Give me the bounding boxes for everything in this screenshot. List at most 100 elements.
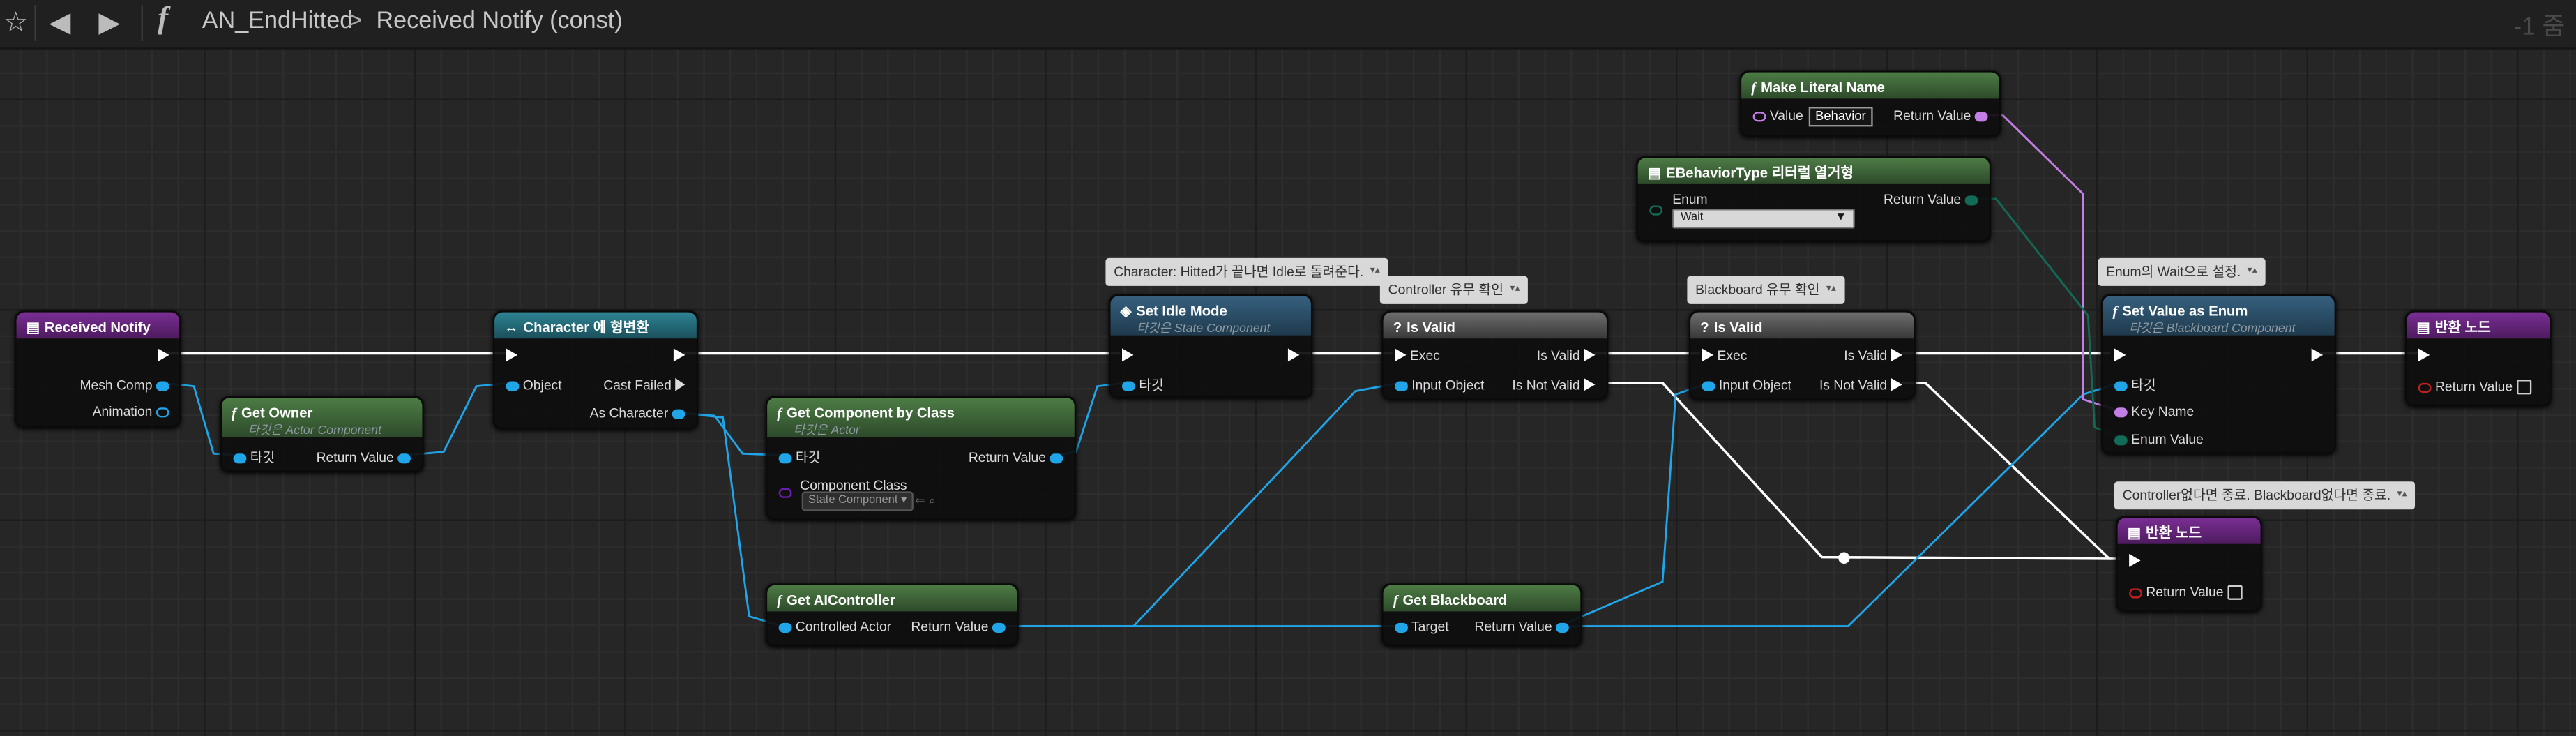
pin-value[interactable]: Value — [1752, 108, 1803, 125]
exec-output-pin[interactable] — [1287, 348, 1300, 365]
pin-is-not-valid[interactable]: Is Not Valid — [1819, 377, 1903, 395]
node-title: Is Valid — [1713, 319, 1763, 336]
node-title: Set Value as Enum — [2122, 302, 2248, 320]
pin-is-valid[interactable]: Is Valid — [1844, 348, 1903, 365]
node-title: Set Idle Mode — [1136, 302, 1227, 320]
node-header: ▤ Received Notify — [16, 312, 179, 339]
node-is-valid-controller[interactable]: ? Is Valid Exec Is Valid Input Object Is … — [1381, 310, 1609, 400]
node-title: Is Valid — [1407, 319, 1455, 336]
node-title: Get AIController — [787, 592, 895, 608]
chevron-down-icon: ▼ — [1835, 211, 1847, 224]
node-header: ◈ Set Idle Mode 타깃은 State Component — [1110, 296, 1311, 336]
exec-input-pin[interactable] — [2129, 553, 2141, 571]
pin-target[interactable]: 타깃 — [233, 450, 275, 467]
function-icon: f — [1393, 592, 1398, 608]
node-header: f Make Literal Name — [1741, 72, 2000, 99]
comment-toggle-icon[interactable]: ▾▴ — [1510, 285, 1520, 294]
pin-return-value[interactable]: Return Value — [317, 450, 411, 467]
pin-return-value[interactable]: Return Value — [1884, 193, 1978, 209]
node-is-valid-blackboard[interactable]: ? Is Valid Exec Is Valid Input Object Is … — [1688, 310, 1916, 400]
pin-component-class[interactable] — [778, 488, 792, 498]
pin-return-value[interactable]: Return Value — [969, 450, 1063, 467]
pin-exec[interactable]: Exec — [1395, 348, 1440, 365]
comment-toggle-icon[interactable]: ▾▴ — [1826, 285, 1836, 294]
blueprint-graph-canvas[interactable]: ☆ ◀ ▶ f AN_EndHitted > Received Notify (… — [0, 0, 2576, 736]
node-make-literal-name[interactable]: f Make Literal Name Value Behavior Return… — [1739, 70, 2001, 137]
pin-animation[interactable]: Animation — [93, 405, 169, 421]
pin-return-value[interactable]: Return Value — [911, 619, 1006, 636]
node-return-early[interactable]: ▤ 반환 노드 Return Value — [2116, 516, 2262, 612]
pin-return-value[interactable]: Return Value — [2418, 380, 2531, 396]
enum-dropdown[interactable]: Wait ▼ — [1672, 209, 1855, 229]
return-value-checkbox[interactable] — [2516, 380, 2531, 395]
node-title: Get Component by Class — [787, 404, 955, 421]
node-enum-literal[interactable]: ▤ EBehaviorType 리터럴 열거형 Enum Wait ▼ Return… — [1636, 156, 1992, 242]
name-value-input[interactable]: Behavior — [1808, 107, 1873, 127]
cast-icon: ↔ — [504, 319, 519, 336]
node-title: Get Blackboard — [1402, 592, 1508, 608]
node-subtitle: 타깃은 Actor — [793, 422, 860, 437]
pin-controlled-actor[interactable]: Controlled Actor — [778, 619, 891, 636]
reroute-knot[interactable] — [1838, 552, 1850, 564]
exec-input-pin[interactable] — [2114, 348, 2126, 365]
comment-text: Enum의 Wait으로 설정. — [2106, 264, 2241, 280]
pin-target[interactable]: 타깃 — [1122, 378, 1164, 395]
exec-output-pin[interactable] — [673, 348, 685, 365]
exec-output-pin[interactable] — [158, 348, 169, 365]
function-icon: f — [777, 592, 782, 608]
node-header: ? Is Valid — [1690, 312, 1914, 339]
pin-return-value[interactable]: Return Value — [1474, 619, 1569, 636]
pin-object[interactable]: Object — [506, 378, 562, 395]
pin-enum[interactable] — [1649, 205, 1663, 216]
node-cast-to-character[interactable]: ↔ Character 에 형변환 Object Cast Failed As C… — [492, 310, 699, 429]
pin-enum-value[interactable]: Enum Value — [2114, 433, 2204, 449]
node-received-notify[interactable]: ▤ Received Notify Mesh Comp Animation — [15, 310, 181, 428]
pin-input-object[interactable]: Input Object — [1702, 378, 1791, 395]
exec-input-pin[interactable] — [1122, 348, 1134, 365]
node-subtitle: 타깃은 Actor Component — [248, 422, 381, 437]
pin-cast-failed[interactable]: Cast Failed — [603, 377, 685, 395]
pin-exec[interactable]: Exec — [1702, 348, 1747, 365]
function-icon: f — [777, 404, 782, 421]
node-get-blackboard[interactable]: f Get Blackboard Target Return Value — [1381, 583, 1582, 646]
browse-class-icon[interactable]: ⇐ ⌕ — [915, 493, 936, 510]
return-value-checkbox[interactable] — [2227, 585, 2243, 600]
pin-target[interactable]: 타깃 — [778, 450, 820, 467]
comment-text: Blackboard 유무 확인 — [1695, 283, 1820, 298]
macro-question-icon: ? — [1700, 319, 1709, 336]
pin-return-value[interactable]: Return Value — [1893, 108, 1988, 125]
comment-bubble[interactable]: Enum의 Wait으로 설정. ▾▴ — [2098, 257, 2266, 286]
comment-bubble[interactable]: Controller없다면 종료. Blackboard없다면 종료. ▾▴ — [2114, 481, 2416, 510]
component-class-dropdown[interactable]: State Component ▾ — [801, 491, 914, 511]
comment-toggle-icon[interactable]: ▾▴ — [2397, 490, 2407, 500]
node-get-ai-controller[interactable]: f Get AIController Controlled Actor Retur… — [765, 583, 1019, 646]
node-header: ▤ 반환 노드 — [2407, 312, 2550, 339]
exec-input-pin[interactable] — [2418, 348, 2430, 365]
pin-key-name[interactable]: Key Name — [2114, 405, 2194, 421]
node-header: ▤ EBehaviorType 리터럴 열거형 — [1637, 158, 1990, 184]
pin-input-object[interactable]: Input Object — [1395, 378, 1484, 395]
pin-target[interactable]: Target — [1395, 619, 1449, 636]
pin-target[interactable]: 타깃 — [2114, 378, 2156, 395]
exec-output-pin[interactable] — [2311, 348, 2324, 365]
node-set-idle-mode[interactable]: ◈ Set Idle Mode 타깃은 State Component 타깃 — [1109, 294, 1313, 398]
comment-bubble[interactable]: Blackboard 유무 확인 ▾▴ — [1687, 276, 1844, 304]
exec-input-pin[interactable] — [506, 348, 518, 365]
node-get-component-by-class[interactable]: f Get Component by Class 타깃은 Actor 타깃 Ret… — [765, 396, 1077, 520]
pin-as-character[interactable]: As Character — [590, 406, 685, 423]
pin-mesh-comp[interactable]: Mesh Comp — [79, 378, 169, 395]
comment-bubble[interactable]: Character: Hitted가 끝나면 Idle로 돌려준다. ▾▴ — [1105, 257, 1388, 286]
node-header: f Get Owner 타깃은 Actor Component — [222, 398, 423, 437]
node-set-value-as-enum[interactable]: f Set Value as Enum 타깃은 Blackboard Compon… — [2101, 294, 2336, 454]
node-subtitle: 타깃은 State Component — [1137, 320, 1271, 336]
comment-toggle-icon[interactable]: ▾▴ — [2248, 266, 2257, 276]
pin-return-value[interactable]: Return Value — [2129, 585, 2243, 602]
comment-toggle-icon[interactable]: ▾▴ — [1370, 266, 1380, 276]
pin-is-not-valid[interactable]: Is Not Valid — [1512, 377, 1596, 395]
return-node-icon: ▤ — [2127, 524, 2141, 541]
node-return-main[interactable]: ▤ 반환 노드 Return Value — [2404, 310, 2552, 406]
node-header: f Get AIController — [767, 585, 1017, 612]
comment-bubble[interactable]: Controller 유무 확인 ▾▴ — [1379, 276, 1529, 304]
node-get-owner[interactable]: f Get Owner 타깃은 Actor Component 타깃 Return… — [220, 396, 424, 472]
pin-is-valid[interactable]: Is Valid — [1537, 348, 1596, 365]
